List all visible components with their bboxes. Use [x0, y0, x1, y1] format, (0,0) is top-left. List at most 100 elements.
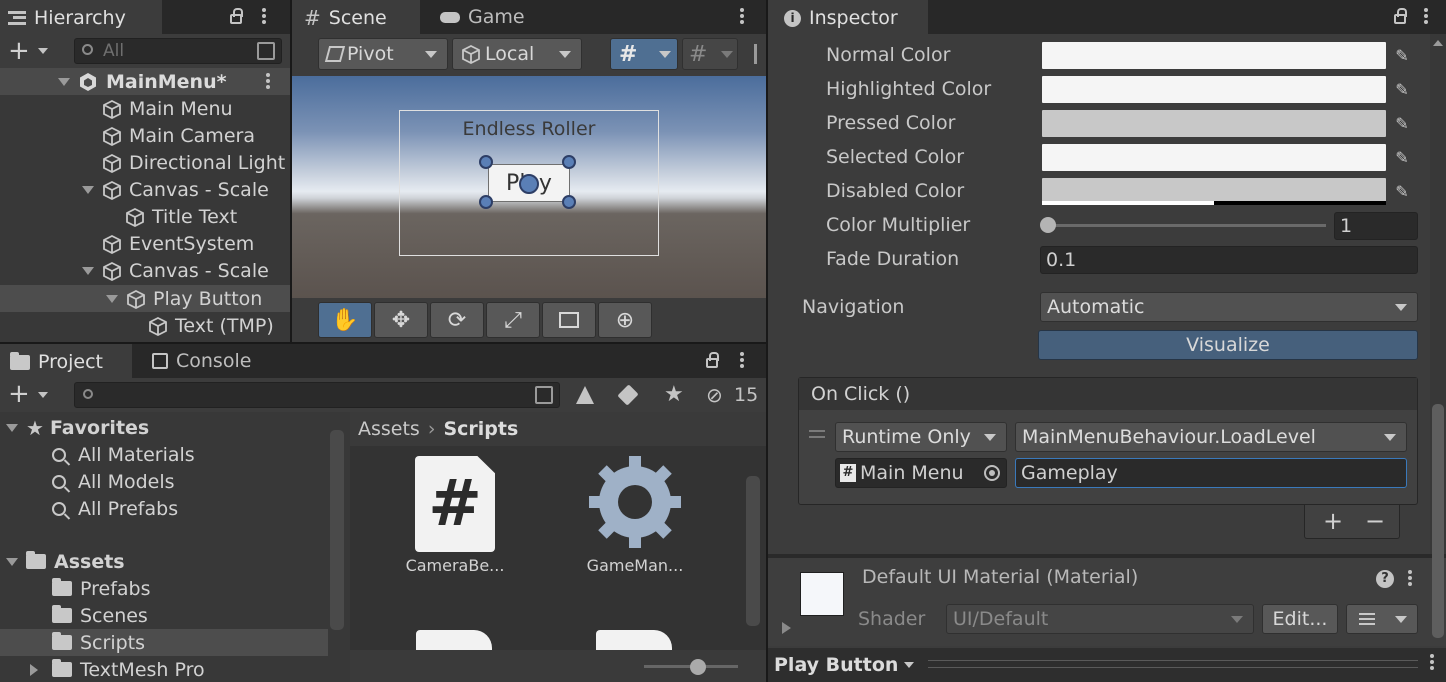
rect-tool-button[interactable] [542, 302, 596, 338]
increment-snap-button[interactable]: # [682, 38, 738, 70]
inspector-scrollbar[interactable] [1432, 404, 1444, 638]
add-dropdown-arrow-icon[interactable] [38, 392, 48, 398]
navigation-dropdown[interactable]: Automatic [1040, 292, 1418, 322]
more-options-icon[interactable] [740, 6, 744, 26]
rect-handle-icon[interactable] [479, 195, 493, 209]
material-preview-thumbnail[interactable] [800, 572, 844, 616]
favorite-star-icon[interactable]: ★ [664, 382, 684, 407]
color-multiplier-slider-track[interactable] [1046, 224, 1326, 227]
scene-root-row[interactable]: MainMenu* [0, 68, 290, 95]
assets-item[interactable]: Scenes [0, 602, 328, 629]
expand-arrow-icon[interactable] [82, 185, 94, 194]
edit-shader-button[interactable]: Edit... [1262, 604, 1338, 634]
assets-item[interactable]: Prefabs [0, 575, 328, 602]
rect-handle-center-icon[interactable] [519, 174, 539, 194]
hierarchy-item[interactable]: Text (TMP) [0, 312, 290, 339]
breadcrumb-assets[interactable]: Assets [358, 418, 420, 440]
tab-game[interactable]: Game [430, 0, 540, 34]
eyedropper-icon[interactable]: ✎ [1388, 42, 1416, 69]
transform-tool-button[interactable]: ⊕ [598, 302, 652, 338]
hierarchy-item[interactable]: Main Camera [0, 122, 290, 149]
help-icon[interactable]: ? [1376, 570, 1394, 588]
preview-resize-handle[interactable] [928, 660, 1418, 668]
hierarchy-item[interactable]: Title Text [0, 203, 290, 230]
remove-listener-button[interactable]: − [1365, 507, 1385, 535]
file-item[interactable]: GameMan... [570, 452, 720, 575]
disabled-color-field[interactable] [1042, 178, 1386, 205]
assets-item-selected[interactable]: Scripts [0, 629, 328, 656]
tab-inspector[interactable]: i Inspector [768, 0, 928, 34]
breadcrumb-scripts[interactable]: Scripts [443, 418, 518, 440]
lock-icon[interactable] [1394, 8, 1407, 24]
expand-arrow-icon[interactable] [82, 266, 94, 275]
argument-input[interactable]: Gameplay [1015, 458, 1407, 488]
function-dropdown[interactable]: MainMenuBehaviour.LoadLevel [1015, 422, 1407, 452]
object-picker-icon[interactable] [984, 465, 1000, 481]
hidden-packages-icon[interactable]: ⊘ [706, 383, 723, 407]
fade-duration-input[interactable]: 0.1 [1040, 246, 1418, 274]
color-multiplier-slider-handle[interactable] [1040, 217, 1056, 233]
local-dropdown[interactable]: Local [452, 38, 582, 70]
assets-header[interactable]: Assets [0, 548, 328, 575]
more-options-icon[interactable] [1430, 652, 1434, 672]
add-icon[interactable]: + [8, 381, 30, 407]
tab-console[interactable]: Console [142, 344, 272, 378]
expand-arrow-icon[interactable] [30, 663, 38, 676]
pressed-color-field[interactable] [1042, 110, 1386, 137]
assets-item[interactable]: TextMesh Pro [0, 656, 328, 682]
scale-tool-button[interactable]: ⤢ [486, 302, 540, 338]
rect-handle-icon[interactable] [562, 195, 576, 209]
runtime-dropdown[interactable]: Runtime Only [835, 422, 1007, 452]
search-by-type-icon[interactable] [535, 386, 553, 404]
hierarchy-search-input[interactable]: All [74, 38, 282, 64]
preview-dropdown[interactable]: Play Button [774, 650, 915, 680]
file-item-partial[interactable] [596, 630, 672, 650]
add-icon[interactable]: + [8, 38, 30, 64]
add-dropdown-arrow-icon[interactable] [38, 48, 48, 54]
tab-hierarchy[interactable]: Hierarchy [0, 0, 162, 34]
favorites-item[interactable]: All Materials [0, 441, 328, 468]
normal-color-field[interactable] [1042, 42, 1386, 69]
scroll-up-arrow-icon[interactable] [1433, 40, 1443, 46]
expand-arrow-icon[interactable] [58, 77, 70, 86]
filter-by-label-icon[interactable] [617, 384, 639, 406]
favorites-item[interactable]: All Prefabs [0, 495, 328, 522]
favorites-item[interactable]: All Models [0, 468, 328, 495]
visualize-button[interactable]: Visualize [1038, 330, 1418, 360]
tab-project[interactable]: Project [0, 344, 132, 378]
move-tool-button[interactable]: ✥ [374, 302, 428, 338]
rect-handle-icon[interactable] [562, 155, 576, 169]
scene-options-icon[interactable] [266, 71, 270, 91]
expand-arrow-icon[interactable] [6, 557, 18, 566]
drag-handle-icon[interactable] [809, 430, 825, 438]
hierarchy-item[interactable]: EventSystem [0, 230, 290, 257]
eyedropper-icon[interactable]: ✎ [1388, 110, 1416, 137]
more-options-icon[interactable] [1424, 6, 1428, 26]
file-item[interactable]: # CameraBe... [390, 452, 540, 575]
add-listener-button[interactable]: + [1323, 507, 1343, 535]
hierarchy-item[interactable]: Canvas - Scale [0, 257, 290, 284]
file-view-scrollbar[interactable] [746, 476, 760, 626]
more-options-icon[interactable] [1408, 568, 1412, 588]
file-item-partial[interactable] [416, 630, 492, 650]
toolbar-overflow-icon[interactable] [754, 44, 757, 64]
search-by-type-icon[interactable] [257, 42, 275, 60]
eyedropper-icon[interactable]: ✎ [1388, 144, 1416, 171]
more-options-icon[interactable] [262, 6, 266, 26]
color-multiplier-input[interactable]: 1 [1334, 212, 1418, 240]
project-search-input[interactable] [74, 382, 560, 408]
target-object-field[interactable]: # Main Menu [835, 458, 1007, 488]
lock-icon[interactable] [230, 8, 243, 24]
expand-arrow-icon[interactable] [106, 294, 118, 303]
expand-arrow-icon[interactable] [782, 622, 791, 634]
selected-color-field[interactable] [1042, 144, 1386, 171]
tab-scene[interactable]: # Scene [292, 0, 420, 34]
scene-viewport[interactable]: Endless Roller Play [292, 76, 766, 298]
lock-icon[interactable] [706, 352, 719, 368]
more-options-icon[interactable] [740, 350, 744, 370]
grid-snapping-button[interactable]: # [610, 38, 678, 70]
filter-by-type-icon[interactable] [576, 386, 594, 404]
favorites-header[interactable]: ★ Favorites [0, 414, 328, 441]
expand-arrow-icon[interactable] [6, 423, 18, 432]
shader-options-button[interactable] [1346, 604, 1418, 634]
